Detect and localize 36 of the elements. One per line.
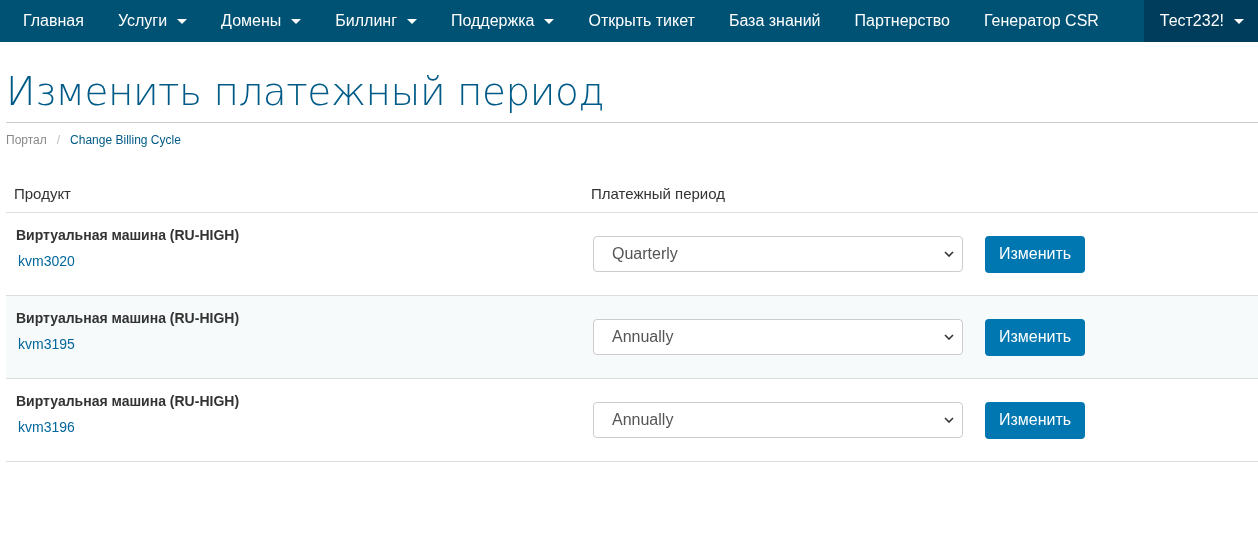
billing-cycle-select[interactable]: Annually — [593, 402, 963, 438]
nav-item[interactable]: Биллинг — [318, 0, 434, 42]
nav-item[interactable]: Услуги — [100, 0, 205, 42]
caret-icon — [177, 18, 188, 24]
caret-icon — [944, 417, 954, 423]
column-header: Продукт — [13, 184, 72, 204]
breadcrumb-link[interactable]: Портал — [6, 133, 47, 147]
nav-item[interactable]: Тест232! — [1143, 0, 1258, 42]
service-link[interactable]: kvm3196 — [16, 419, 573, 435]
nav-item[interactable]: Поддержка — [434, 0, 572, 42]
caret-icon — [1234, 18, 1244, 24]
product-name: Виртуальная машина (RU-HIGH) — [16, 227, 241, 243]
billing-cycle-select[interactable]: Annually — [593, 319, 963, 355]
caret-icon — [944, 251, 954, 257]
billing-cycle-select[interactable]: Quarterly — [593, 236, 963, 272]
service-link[interactable]: kvm3195 — [16, 336, 573, 352]
nav-item[interactable]: Главная — [6, 0, 101, 42]
nav-item[interactable]: Генератор CSR — [967, 0, 1116, 42]
change-button[interactable]: Изменить — [985, 318, 1086, 356]
caret-icon — [291, 18, 302, 24]
nav-item[interactable]: Партнерство — [837, 0, 967, 42]
breadcrumb-link[interactable]: Change Billing Cycle — [70, 133, 181, 147]
product-name: Виртуальная машина (RU-HIGH) — [16, 393, 241, 409]
nav-item[interactable]: Домены — [204, 0, 319, 42]
nav-item[interactable]: Открыть тикет — [571, 0, 712, 42]
caret-icon — [544, 18, 555, 24]
caret-icon — [407, 18, 417, 24]
page-title: Изменить платежный период — [6, 69, 1258, 123]
product-name: Виртуальная машина (RU-HIGH) — [16, 310, 241, 326]
caret-icon — [944, 334, 954, 340]
service-link[interactable]: kvm3020 — [16, 253, 573, 269]
change-button[interactable]: Изменить — [985, 235, 1086, 273]
breadcrumb-separator: / — [56, 133, 61, 147]
change-button[interactable]: Изменить — [985, 401, 1086, 439]
nav-item[interactable]: База знаний — [711, 0, 838, 42]
column-header: Платежный период — [590, 184, 727, 204]
